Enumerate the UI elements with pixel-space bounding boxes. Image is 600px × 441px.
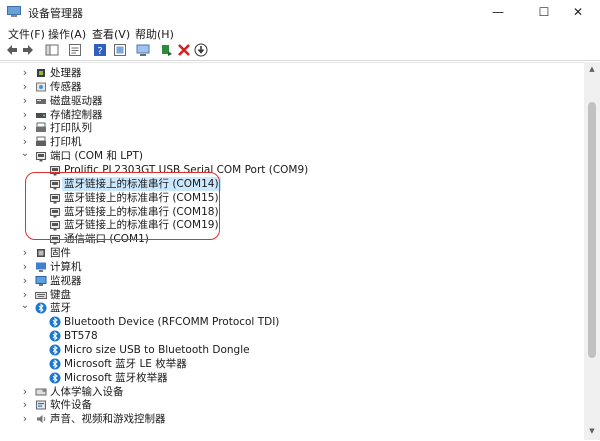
collapse-chevron-icon[interactable]: ⌄ bbox=[20, 149, 30, 163]
window-title: 设备管理器 bbox=[28, 7, 83, 20]
tree-item-label: Bluetooth Device (RFCOMM Protocol TDI) bbox=[64, 316, 280, 329]
processor-icon bbox=[35, 67, 47, 79]
tree-item-label: 键盘 bbox=[50, 288, 71, 301]
tree-item-label: 打印队列 bbox=[50, 122, 92, 135]
properties-icon[interactable] bbox=[68, 43, 82, 57]
forward-arrow-icon[interactable] bbox=[21, 43, 35, 57]
disk-drive-icon bbox=[35, 95, 47, 107]
tree-item-label: Microsoft 蓝牙枚举器 bbox=[64, 371, 168, 384]
hid-icon bbox=[35, 386, 47, 398]
expand-chevron-icon[interactable]: › bbox=[20, 398, 30, 412]
tree-item-label: 磁盘驱动器 bbox=[50, 94, 103, 107]
device-tree[interactable]: › 处理器 › 传感器 › 磁盘驱动器 › 存储控制器 › 打印队列 › 打印机 ⌄ 端口 (COM 和 … bbox=[0, 62, 584, 441]
tree-item-label: 蓝牙链接上的标准串行 (COM15) bbox=[64, 191, 219, 204]
title-bar: 设备管理器 — ☐ ✕ bbox=[0, 0, 600, 24]
tree-item-label: 蓝牙链接上的标准串行 (COM19) bbox=[64, 219, 219, 232]
back-arrow-icon[interactable] bbox=[5, 43, 19, 57]
sound-icon bbox=[35, 413, 47, 425]
tree-item-label: 通信端口 (COM1) bbox=[64, 233, 149, 246]
expand-chevron-icon[interactable]: › bbox=[20, 246, 30, 260]
tree-item-label: 蓝牙链接上的标准串行 (COM18) bbox=[64, 205, 219, 218]
menu-file[interactable]: 文件(F) bbox=[8, 26, 45, 42]
port-icon bbox=[49, 206, 61, 218]
bluetooth-icon bbox=[49, 330, 61, 342]
bluetooth-icon bbox=[49, 358, 61, 370]
tree-item-label: Microsoft 蓝牙 LE 枚举器 bbox=[64, 357, 187, 370]
expand-chevron-icon[interactable]: › bbox=[20, 108, 30, 122]
software-device-icon bbox=[35, 399, 47, 411]
print-queue-icon bbox=[35, 122, 47, 134]
tree-item-label: 人体学输入设备 bbox=[50, 385, 124, 398]
port-icon bbox=[49, 178, 61, 190]
bluetooth-icon bbox=[49, 344, 61, 356]
tree-item-label: 计算机 bbox=[50, 260, 82, 273]
expand-chevron-icon[interactable]: › bbox=[20, 274, 30, 288]
tree-item-label: 固件 bbox=[50, 247, 71, 260]
storage-controller-icon bbox=[35, 109, 47, 121]
scroll-up-arrow-icon[interactable]: ▲ bbox=[584, 62, 600, 76]
menu-action[interactable]: 操作(A) bbox=[48, 26, 86, 42]
expand-chevron-icon[interactable]: › bbox=[20, 412, 30, 426]
device-manager-icon bbox=[7, 6, 21, 17]
firmware-icon bbox=[35, 247, 47, 259]
tree-item-label: 蓝牙链接上的标准串行 (COM14) bbox=[62, 176, 221, 191]
vertical-scrollbar[interactable]: ▲ ▼ bbox=[584, 62, 600, 440]
scrollbar-thumb[interactable] bbox=[588, 102, 596, 358]
bluetooth-icon bbox=[35, 302, 47, 314]
tree-item-label: 监视器 bbox=[50, 274, 82, 287]
download-icon[interactable] bbox=[194, 43, 208, 57]
expand-chevron-icon[interactable]: › bbox=[20, 80, 30, 94]
scan-hardware-icon[interactable] bbox=[136, 43, 150, 57]
computer-icon bbox=[35, 261, 47, 273]
toolbar: ? bbox=[0, 42, 600, 61]
port-icon bbox=[49, 233, 61, 245]
tree-item-label: 端口 (COM 和 LPT) bbox=[50, 150, 143, 163]
port-icon bbox=[49, 192, 61, 204]
expand-chevron-icon[interactable]: › bbox=[20, 66, 30, 80]
tree-item-label: 软件设备 bbox=[50, 399, 92, 412]
menu-bar: 文件(F) 操作(A) 查看(V) 帮助(H) bbox=[0, 25, 600, 41]
printer-icon bbox=[35, 136, 47, 148]
collapse-chevron-icon[interactable]: ⌄ bbox=[20, 301, 30, 315]
svg-text:?: ? bbox=[97, 46, 102, 57]
minimize-button[interactable]: — bbox=[476, 0, 520, 24]
help-icon[interactable]: ? bbox=[93, 43, 107, 57]
bluetooth-icon bbox=[49, 316, 61, 328]
enable-device-icon[interactable] bbox=[160, 43, 174, 57]
expand-chevron-icon[interactable]: › bbox=[20, 94, 30, 108]
expand-chevron-icon[interactable]: › bbox=[20, 121, 30, 135]
port-icon bbox=[49, 164, 61, 176]
close-button[interactable]: ✕ bbox=[556, 0, 600, 24]
tree-item-label: Prolific PL2303GT USB Serial COM Port (C… bbox=[64, 163, 309, 176]
tree-item-label: Micro size USB to Bluetooth Dongle bbox=[64, 344, 250, 356]
tree-item-label: 打印机 bbox=[50, 136, 82, 149]
scroll-down-arrow-icon[interactable]: ▼ bbox=[584, 424, 600, 438]
monitor-icon bbox=[35, 275, 47, 287]
tree-item-label: 声音、视频和游戏控制器 bbox=[50, 413, 166, 426]
tree-item-label: 传感器 bbox=[50, 80, 82, 93]
tree-item-label: 处理器 bbox=[50, 67, 82, 79]
sensor-icon bbox=[35, 81, 47, 93]
port-icon bbox=[35, 150, 47, 162]
keyboard-icon bbox=[35, 289, 47, 301]
tree-item-label: BT578 bbox=[64, 330, 98, 343]
uninstall-icon[interactable] bbox=[177, 43, 191, 57]
menu-help[interactable]: 帮助(H) bbox=[135, 26, 174, 42]
bluetooth-icon bbox=[49, 372, 61, 384]
tree-item-label: 蓝牙 bbox=[50, 302, 71, 315]
show-hide-tree-icon[interactable] bbox=[45, 43, 59, 57]
menu-view[interactable]: 查看(V) bbox=[92, 26, 130, 42]
expand-chevron-icon[interactable]: › bbox=[20, 260, 30, 274]
expand-chevron-icon[interactable]: › bbox=[20, 385, 30, 399]
tree-item-label: 存储控制器 bbox=[50, 108, 103, 121]
update-driver-icon[interactable] bbox=[113, 43, 127, 57]
port-icon bbox=[49, 219, 61, 231]
